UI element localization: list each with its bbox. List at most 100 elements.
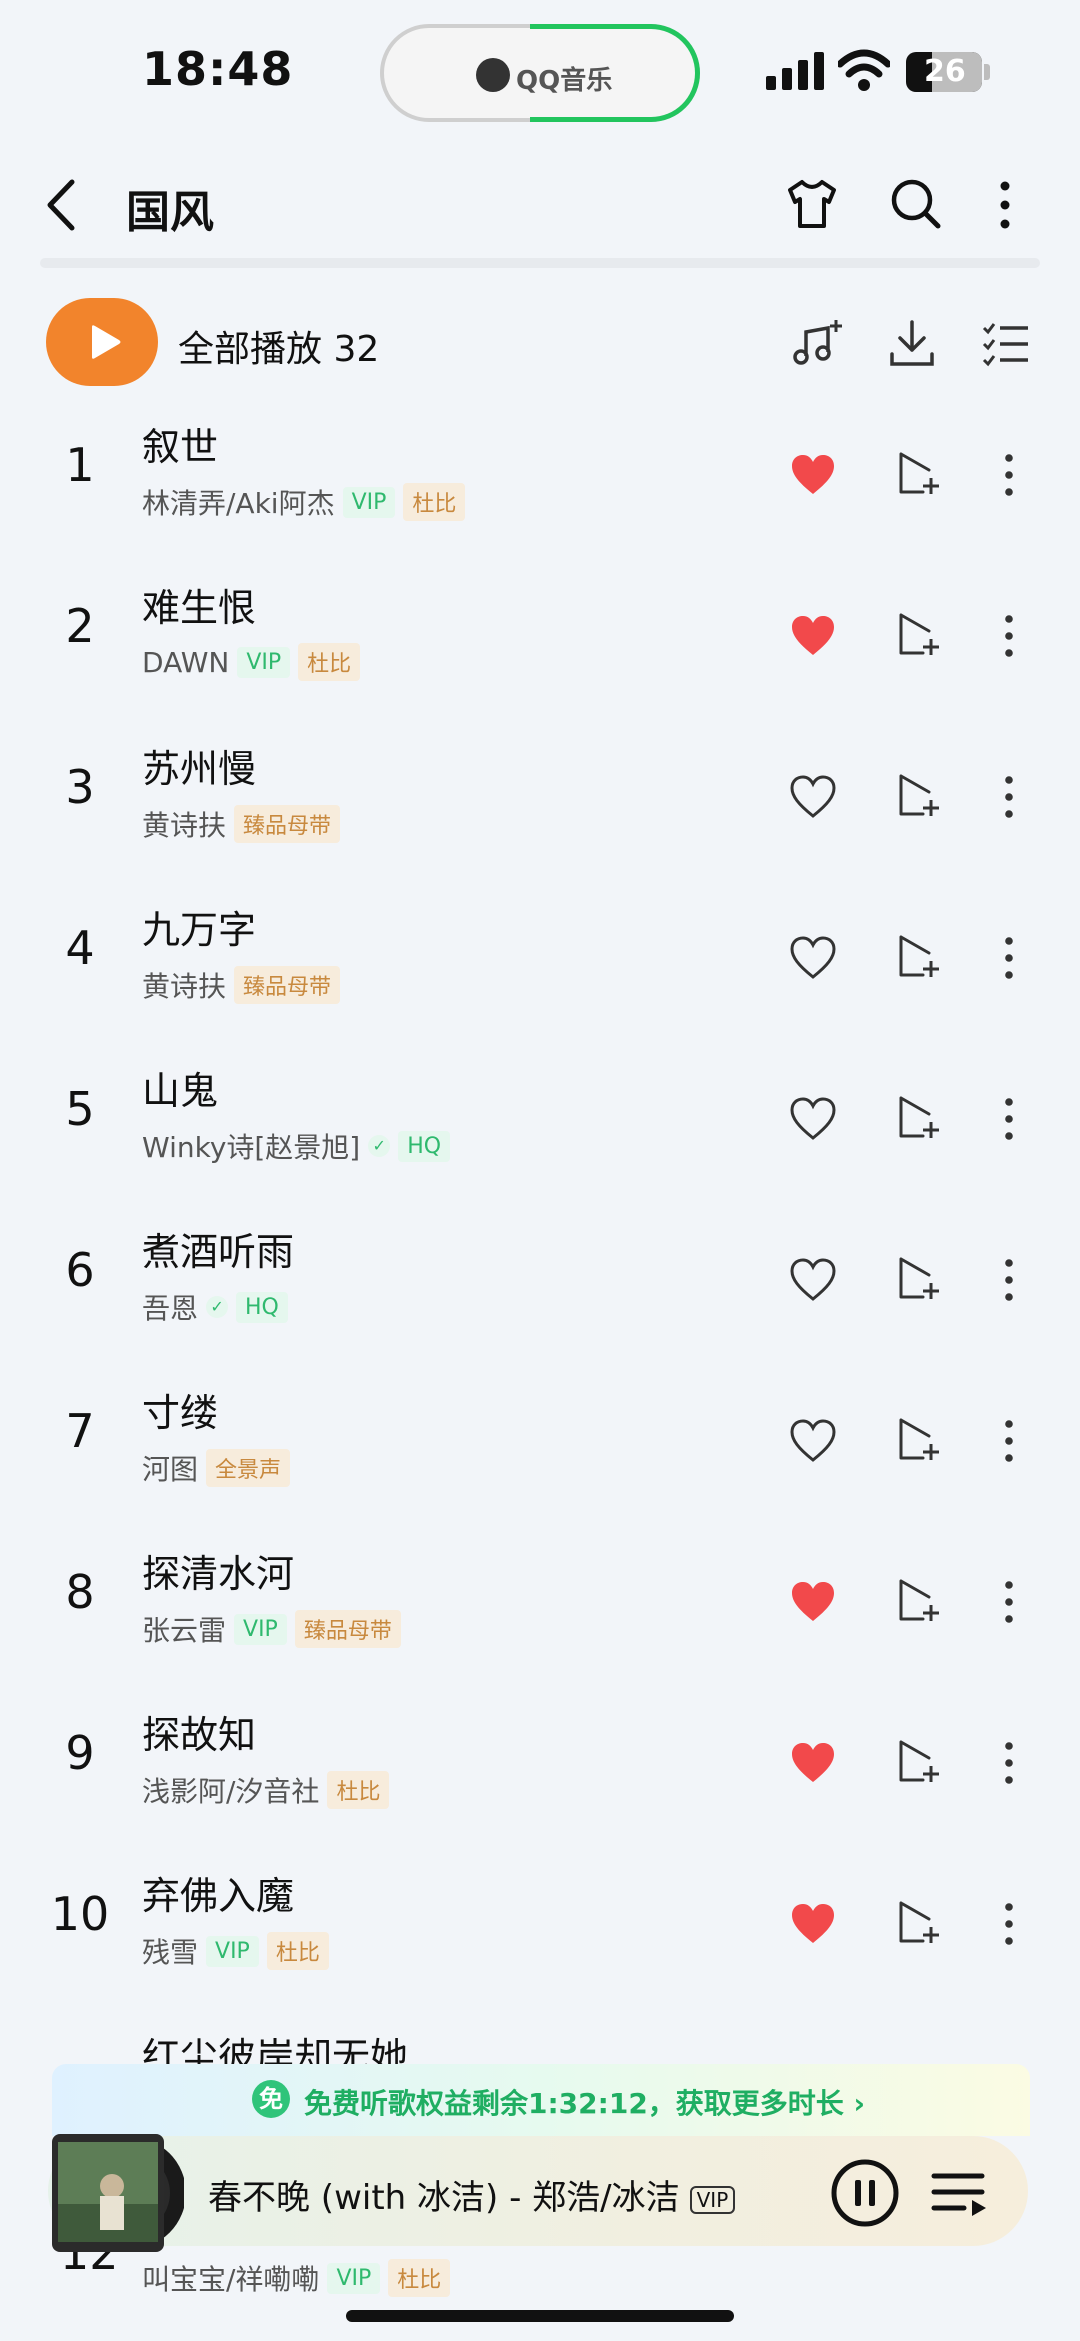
add-to-playlist-icon[interactable] <box>893 1092 943 1142</box>
add-to-playlist-icon[interactable] <box>893 448 943 498</box>
liked-heart-icon[interactable] <box>788 1738 838 1788</box>
song-more-icon[interactable] <box>994 609 1024 663</box>
song-title[interactable]: 山鬼 <box>142 1060 218 1115</box>
song-artist[interactable]: 黄诗扶 <box>142 804 226 844</box>
song-meta: 吾恩 ✓ HQ <box>142 1287 288 1327</box>
song-more-icon[interactable] <box>994 1736 1024 1790</box>
back-arrow-icon[interactable] <box>42 178 82 232</box>
song-artist[interactable]: 黄诗扶 <box>142 965 226 1005</box>
qq-music-logo-icon <box>476 58 510 92</box>
search-icon[interactable] <box>888 176 944 232</box>
song-number: 5 <box>65 1082 95 1136</box>
song-more-icon[interactable] <box>994 770 1024 824</box>
song-artist[interactable]: 张云雷 <box>142 1609 226 1649</box>
song-artist[interactable]: 浅影阿/汐音社 <box>142 1770 319 1810</box>
gold-badge: 杜比 <box>266 1932 329 1970</box>
add-to-playlist-icon[interactable] <box>893 931 943 981</box>
song-artist[interactable]: DAWN <box>142 646 229 679</box>
liked-heart-icon[interactable] <box>788 611 838 661</box>
song-number: 4 <box>65 921 95 975</box>
add-to-playlist-icon[interactable] <box>893 1253 943 1303</box>
add-to-playlist-icon[interactable] <box>893 1414 943 1464</box>
add-music-icon[interactable] <box>790 316 846 372</box>
free-badge-icon: 免 <box>252 2080 290 2118</box>
pause-button[interactable] <box>830 2158 900 2228</box>
heart-icon[interactable] <box>788 1094 838 1144</box>
song-title[interactable]: 苏州慢 <box>142 738 256 793</box>
song-more-icon[interactable] <box>994 448 1024 502</box>
song-row[interactable]: 10 弃佛入魔 残雪 VIP 杜比 <box>0 1847 1080 2008</box>
dynamic-island[interactable]: QQ音乐 <box>380 24 700 122</box>
liked-heart-icon[interactable] <box>788 1577 838 1627</box>
add-to-playlist-icon[interactable] <box>893 1897 943 1947</box>
song-row[interactable]: 6 煮酒听雨吾恩 ✓ HQ <box>0 1203 1080 1364</box>
add-to-playlist-icon[interactable] <box>893 1736 943 1786</box>
liked-heart-icon[interactable] <box>788 450 838 500</box>
song-meta: 叫宝宝/祥嘞嘞 VIP 杜比 <box>142 2258 451 2298</box>
song-meta: 张云雷 VIP 臻品母带 <box>142 1609 401 1649</box>
now-playing-title[interactable]: 春不晚 (with 冰洁) - 郑浩/冰洁 VIP <box>208 2170 736 2219</box>
dolby-badge: 杜比 <box>388 2259 451 2297</box>
song-number: 6 <box>65 1243 95 1297</box>
song-more-icon[interactable] <box>994 1575 1024 1629</box>
add-to-playlist-icon[interactable] <box>893 770 943 820</box>
song-title[interactable]: 煮酒听雨 <box>142 1221 294 1276</box>
song-title[interactable]: 弃佛入魔 <box>142 1865 294 1920</box>
theme-shirt-icon[interactable] <box>784 176 840 232</box>
song-title[interactable]: 探故知 <box>142 1704 256 1759</box>
song-artist[interactable]: 林清弄/Aki阿杰 <box>142 482 335 522</box>
song-title[interactable]: 寸缕 <box>142 1382 218 1437</box>
free-listening-banner[interactable]: 免 免费听歌权益剩余1:32:12，获取更多时长 › <box>52 2064 1030 2136</box>
multi-select-icon[interactable] <box>978 316 1034 372</box>
song-meta: 浅影阿/汐音社 杜比 <box>142 1770 390 1810</box>
add-to-playlist-icon[interactable] <box>893 1575 943 1625</box>
song-meta: 林清弄/Aki阿杰 VIP 杜比 <box>142 482 466 522</box>
add-to-playlist-icon[interactable] <box>893 609 943 659</box>
song-number: 1 <box>65 438 95 492</box>
play-all-button[interactable] <box>46 298 158 386</box>
song-row[interactable]: 3 苏州慢 黄诗扶 臻品母带 <box>0 720 1080 881</box>
play-all-label[interactable]: 全部播放 32 <box>178 320 379 372</box>
song-title[interactable]: 叙世 <box>142 416 218 471</box>
more-vertical-icon[interactable] <box>990 178 1020 232</box>
song-title[interactable]: 探清水河 <box>142 1543 294 1598</box>
gold-badge: 臻品母带 <box>234 966 341 1004</box>
gold-badge: 杜比 <box>327 1771 390 1809</box>
playlist-queue-icon[interactable] <box>930 2166 990 2222</box>
song-more-icon[interactable] <box>994 1092 1024 1146</box>
heart-icon[interactable] <box>788 1416 838 1466</box>
verified-icon: ✓ <box>368 1135 391 1157</box>
song-number: 8 <box>65 1565 95 1619</box>
song-artist[interactable]: 吾恩 <box>142 1287 198 1327</box>
heart-icon[interactable] <box>788 1255 838 1305</box>
song-number: 2 <box>65 599 95 653</box>
song-more-icon[interactable] <box>994 1414 1024 1468</box>
free-listening-text[interactable]: 免费听歌权益剩余1:32:12，获取更多时长 › <box>304 2082 865 2122</box>
song-artist[interactable]: 河图 <box>142 1448 198 1488</box>
song-more-icon[interactable] <box>994 1253 1024 1307</box>
heart-icon[interactable] <box>788 933 838 983</box>
battery-tip <box>984 64 990 80</box>
liked-heart-icon[interactable] <box>788 1899 838 1949</box>
album-cover[interactable] <box>52 2134 184 2252</box>
play-icon <box>92 325 121 359</box>
song-row[interactable]: 2 难生恨 DAWN VIP 杜比 <box>0 559 1080 720</box>
song-meta: DAWN VIP 杜比 <box>142 643 361 681</box>
heart-icon[interactable] <box>788 772 838 822</box>
song-more-icon[interactable] <box>994 931 1024 985</box>
gold-badge: 杜比 <box>403 483 466 521</box>
song-row[interactable]: 1 叙世林清弄/Aki阿杰 VIP 杜比 <box>0 398 1080 559</box>
song-title[interactable]: 难生恨 <box>142 577 256 632</box>
download-icon[interactable] <box>884 316 940 372</box>
song-row[interactable]: 8 探清水河张云雷 VIP 臻品母带 <box>0 1525 1080 1686</box>
song-artist[interactable]: 残雪 <box>142 1931 198 1971</box>
song-row[interactable]: 5 山鬼 Winky诗[赵景旭] ✓ HQ <box>0 1042 1080 1203</box>
song-more-icon[interactable] <box>994 1897 1024 1951</box>
song-title[interactable]: 九万字 <box>142 899 256 954</box>
song-row[interactable]: 9 探故知 浅影阿/汐音社 杜比 <box>0 1686 1080 1847</box>
song-number: 7 <box>65 1404 95 1458</box>
gold-badge: 杜比 <box>298 643 361 681</box>
song-row[interactable]: 4 九万字黄诗扶 臻品母带 <box>0 881 1080 1042</box>
song-artist[interactable]: Winky诗[赵景旭] <box>142 1126 360 1166</box>
song-row[interactable]: 7 寸缕 河图 全景声 <box>0 1364 1080 1525</box>
